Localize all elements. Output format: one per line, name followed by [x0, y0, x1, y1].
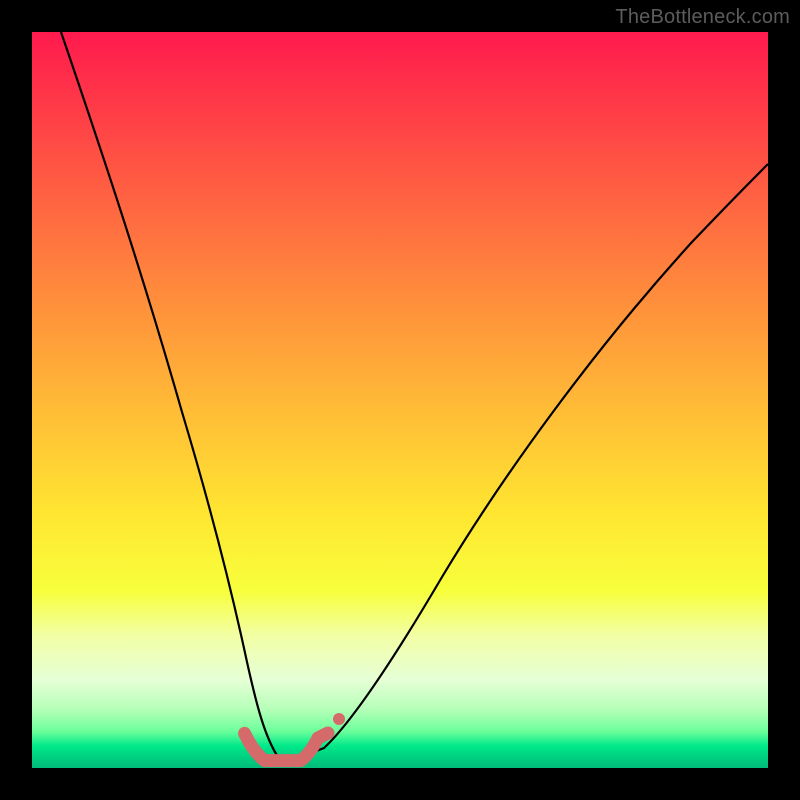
optimal-range-marker: [245, 733, 328, 761]
bottleneck-curve: [61, 32, 768, 760]
outer-frame: TheBottleneck.com: [0, 0, 800, 800]
watermark-text: TheBottleneck.com: [615, 6, 790, 29]
marker-dot: [333, 713, 345, 725]
chart-svg: [32, 32, 768, 768]
